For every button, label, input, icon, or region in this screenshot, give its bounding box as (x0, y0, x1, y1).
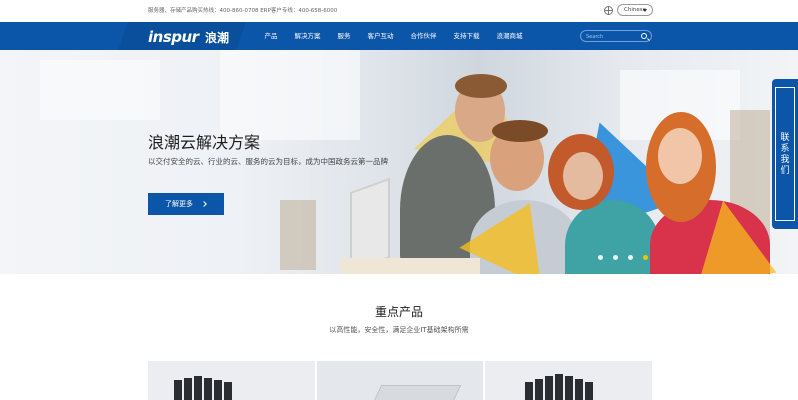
product-card-servers[interactable] (148, 361, 315, 400)
main-nav: inspur 浪潮 产品 解决方案 服务 客户互动 合作伙伴 支持下载 浪潮商城 (0, 22, 798, 50)
search-icon[interactable] (641, 33, 647, 39)
product-image (214, 380, 222, 400)
nav-item-partners[interactable]: 合作伙伴 (402, 22, 445, 50)
product-image (565, 376, 574, 400)
product-image (525, 382, 534, 400)
carousel-dots (598, 255, 648, 260)
nav-item-mall[interactable]: 浪潮商城 (488, 22, 531, 50)
search-input[interactable] (586, 32, 638, 41)
hotline-text: 服务器、存储产品购买热线：400-860-0708 ERP客户专线：400-65… (148, 8, 338, 14)
logo-cn[interactable]: 浪潮 (205, 29, 229, 46)
hero-title: 浪潮云解决方案 (148, 133, 261, 152)
person-photo (563, 152, 603, 200)
nav-item-solutions[interactable]: 解决方案 (286, 22, 329, 50)
product-image (224, 382, 232, 400)
nav-item-customer-interaction[interactable]: 客户互动 (359, 22, 402, 50)
carousel-dot-3[interactable] (628, 255, 633, 260)
globe-icon[interactable] (604, 6, 613, 15)
nav-item-services[interactable]: 服务 (329, 22, 359, 50)
product-card-cloud[interactable] (485, 361, 653, 400)
hero-subtitle: 以交付安全的云、行业的云、服务的云为目标，成为中国政务云第一品牌 (148, 157, 388, 166)
carousel-dot-4[interactable] (643, 255, 648, 260)
product-image (174, 380, 182, 400)
product-cards (148, 361, 653, 400)
hero-banner: 浪潮云解决方案 以交付安全的云、行业的云、服务的云为目标，成为中国政务云第一品牌… (0, 50, 798, 274)
carousel-dot-2[interactable] (613, 255, 618, 260)
carousel-dot-1[interactable] (598, 255, 603, 260)
background-window (220, 50, 360, 140)
product-image (372, 385, 461, 400)
contact-us-tab[interactable]: 联系我们 (772, 79, 798, 229)
learn-more-button[interactable]: 了解更多 (148, 193, 224, 215)
product-image (575, 379, 584, 400)
search-box[interactable] (580, 30, 652, 42)
product-image (555, 374, 564, 400)
product-card-storage[interactable] (316, 361, 484, 400)
person-photo (455, 74, 507, 98)
learn-more-label: 了解更多 (165, 200, 193, 208)
person-photo (492, 120, 548, 142)
product-image (545, 376, 554, 400)
language-select[interactable]: Chinese (617, 4, 653, 16)
product-image (585, 382, 594, 400)
product-image (194, 376, 202, 400)
product-image (204, 378, 212, 400)
top-utility-bar: 服务器、存储产品购买热线：400-860-0708 ERP客户专线：400-65… (0, 0, 798, 22)
products-section-subtitle: 以高性能，安全性，满足企业IT基础架构所需 (329, 326, 469, 334)
logo[interactable]: inspur (148, 28, 199, 46)
products-section-title: 重点产品 (374, 305, 423, 319)
nav-menu: 产品 解决方案 服务 客户互动 合作伙伴 支持下载 浪潮商城 (256, 22, 531, 50)
caret-down-icon (643, 9, 647, 12)
desk-photo (340, 258, 480, 274)
contact-us-label: 联系我们 (780, 133, 790, 176)
product-image (535, 379, 544, 400)
nav-item-products[interactable]: 产品 (256, 22, 286, 50)
decor-triangle (683, 193, 777, 274)
person-photo (658, 128, 702, 184)
background-window (40, 60, 160, 120)
chevron-right-icon (201, 201, 207, 207)
background-shelf (280, 200, 316, 270)
nav-item-support-download[interactable]: 支持下载 (445, 22, 488, 50)
product-image (184, 378, 192, 400)
